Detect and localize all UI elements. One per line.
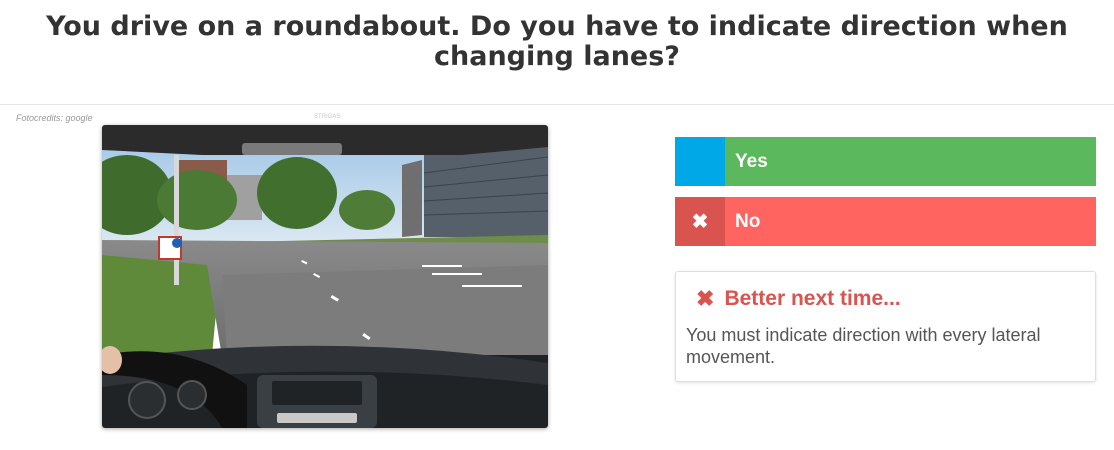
answer-no-label: No <box>735 210 761 232</box>
question-photo <box>102 125 548 428</box>
feedback-panel: ✖ Better next time... You must indicate … <box>675 271 1096 382</box>
answer-yes-label: Yes <box>735 150 768 172</box>
feedback-title: Better next time... <box>724 287 901 310</box>
feedback-title-row: ✖ Better next time... <box>686 286 1085 312</box>
answer-no-button[interactable]: ✖ No <box>675 197 1096 246</box>
answer-no-indicator: ✖ <box>675 197 725 246</box>
photo-credits: Fotocredits: google <box>16 113 93 123</box>
feedback-message: You must indicate direction with every l… <box>686 325 1041 367</box>
close-icon: ✖ <box>691 211 709 233</box>
header-divider <box>0 104 1114 105</box>
photo-watermark: STRIGAS <box>314 114 341 120</box>
error-icon: ✖ <box>696 286 715 311</box>
answer-yes-indicator <box>675 137 725 186</box>
question-title: You drive on a roundabout. Do you have t… <box>46 11 1068 72</box>
answer-yes-button[interactable]: Yes <box>675 137 1096 186</box>
